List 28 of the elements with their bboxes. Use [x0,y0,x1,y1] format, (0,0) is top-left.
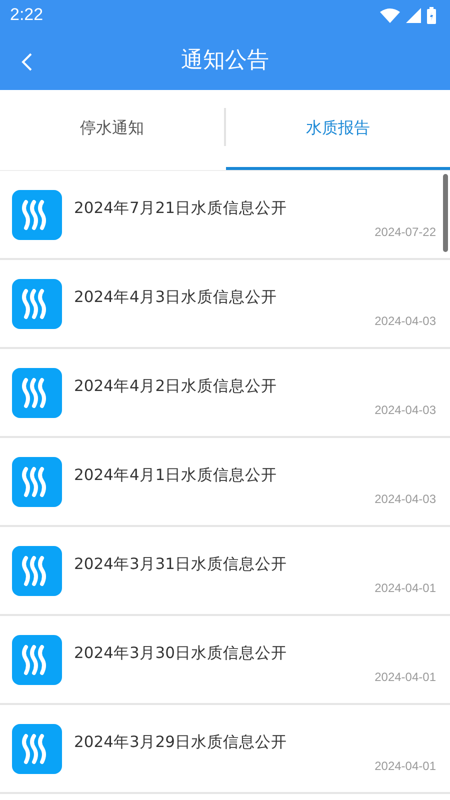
water-waves-icon [12,457,62,507]
water-waves-icon [12,546,62,596]
scrollbar[interactable] [443,174,448,252]
report-title: 2024年3月31日水质信息公开 [74,554,288,575]
report-title: 2024年4月1日水质信息公开 [74,465,278,486]
water-waves-icon [12,279,62,329]
report-title: 2024年4月2日水质信息公开 [74,376,278,397]
status-time: 2:22 [10,5,44,25]
report-title: 2024年3月29日水质信息公开 [74,732,288,753]
report-date: 2024-04-03 [374,314,436,328]
report-title: 2024年3月30日水质信息公开 [74,643,288,664]
water-waves-icon [12,368,62,418]
report-date: 2024-04-03 [374,403,436,417]
water-waves-icon [12,190,62,240]
report-title: 2024年7月21日水质信息公开 [74,198,288,219]
water-waves-icon [12,724,62,774]
report-date: 2024-04-03 [374,492,436,506]
report-date: 2024-04-01 [374,759,436,773]
report-date: 2024-04-01 [374,581,436,595]
report-date: 2024-07-22 [374,225,436,239]
report-title: 2024年4月3日水质信息公开 [74,287,278,308]
water-waves-icon [12,635,62,685]
battery-icon [427,6,436,24]
report-date: 2024-04-01 [374,670,436,684]
page-title: 通知公告 [181,47,269,75]
wifi-icon [380,8,400,22]
back-icon [20,52,34,72]
signal-icon [406,8,421,22]
